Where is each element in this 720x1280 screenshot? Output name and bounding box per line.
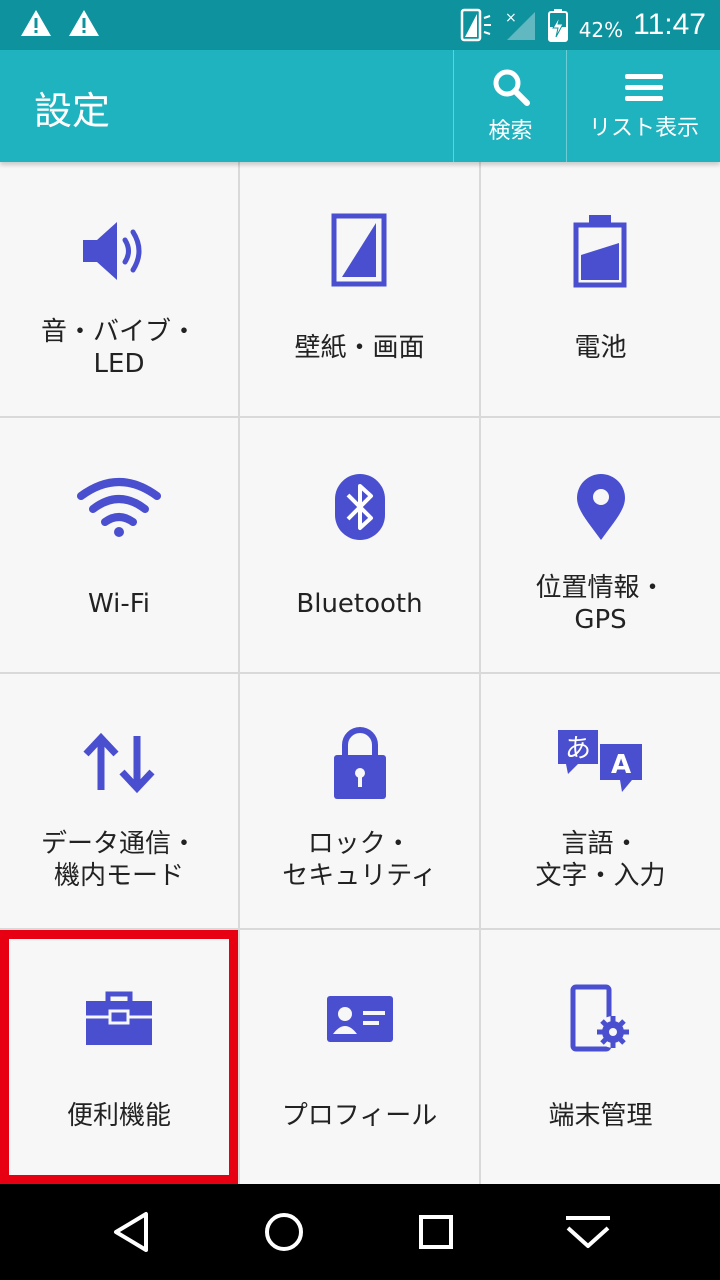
svg-text:A: A [610,750,630,780]
tile-label: 位置情報・ [535,573,666,603]
tile-location[interactable]: 位置情報・ GPS [481,418,720,672]
wallpaper-icon [331,213,386,287]
tile-label: 便利機能 [66,1101,171,1131]
tile-label: 機内モード [53,861,184,891]
status-bar: × 42% 11:47 [0,0,720,50]
search-label: 検索 [488,119,533,144]
svg-text:あ: あ [564,734,590,764]
hide-nav-icon [566,1216,610,1248]
wifi-icon [77,478,161,537]
language-icon: あ A [557,730,642,792]
tile-lock-security[interactable]: ロック・ セキュリティ [240,674,479,928]
back-button[interactable] [102,1202,162,1262]
device-settings-icon [570,984,629,1052]
tile-label: ロック・ [307,829,412,859]
tile-wallpaper[interactable]: 壁紙・画面 [240,162,479,416]
settings-grid: 音・バイブ・ LED 壁紙・画面 電池 Wi-Fi Bluetooth 位置情報… [0,162,720,1184]
tile-sound[interactable]: 音・バイブ・ LED [0,162,238,416]
list-view-label: リスト表示 [588,116,699,141]
search-button[interactable]: 検索 [453,50,567,162]
tile-data-airplane[interactable]: データ通信・ 機内モード [0,674,238,928]
tile-label: Bluetooth [296,589,423,619]
recents-button[interactable] [406,1202,466,1262]
tile-language[interactable]: あ A 言語・ 文字・入力 [481,674,720,928]
tile-device-management[interactable]: 端末管理 [481,930,720,1184]
list-view-button[interactable]: リスト表示 [566,50,720,162]
battery-percent: 42% [578,18,624,42]
tile-useful-features[interactable]: 便利機能 [0,930,238,1184]
toolbox-icon [86,991,152,1045]
menu-icon [625,74,663,101]
no-signal-icon: × [505,10,535,40]
tile-label: 言語・ [561,829,640,859]
home-button[interactable] [254,1202,314,1262]
warning-icon [69,10,99,36]
tile-wifi[interactable]: Wi-Fi [0,418,238,672]
tile-label: 文字・入力 [535,861,666,891]
data-transfer-icon [83,732,155,794]
screen-rotate-icon [460,8,491,42]
tile-label: GPS [574,605,627,635]
back-icon [114,1212,148,1252]
tile-profile[interactable]: プロフィール [240,930,479,1184]
tile-label: 壁紙・画面 [294,333,425,363]
bluetooth-icon [334,474,385,540]
page-title: 設定 [34,89,111,133]
battery-charging-icon [547,9,568,42]
battery-icon [573,215,626,288]
tile-label: 音・バイブ・ [40,317,197,347]
profile-card-icon [326,996,393,1042]
tile-label: 端末管理 [548,1101,653,1131]
svg-text:×: × [505,10,517,26]
volume-icon [83,222,142,280]
tile-battery[interactable]: 電池 [481,162,720,416]
tile-label: Wi-Fi [87,589,151,619]
tile-bluetooth[interactable]: Bluetooth [240,418,479,672]
navigation-bar [0,1184,720,1280]
warning-icon [21,10,51,36]
search-icon [493,69,530,106]
tile-label: セキュリティ [282,861,437,891]
tile-label: データ通信・ [40,829,197,859]
location-pin-icon [576,474,625,540]
lock-icon [333,727,386,799]
tile-label: LED [93,349,145,379]
tile-label: プロフィール [281,1101,438,1131]
tile-label: 電池 [574,333,627,363]
recents-icon [419,1215,453,1249]
home-icon [265,1213,303,1251]
hide-nav-button[interactable] [558,1202,618,1262]
app-bar: 設定 検索 リスト表示 [0,50,720,162]
clock: 11:47 [633,8,706,41]
